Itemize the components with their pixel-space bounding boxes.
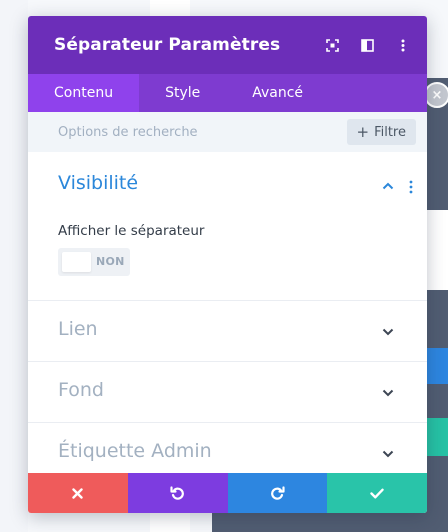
kebab-menu-icon[interactable] (396, 39, 409, 52)
redo-icon (270, 486, 285, 500)
section-link[interactable]: Lien (28, 301, 427, 362)
show-separator-label: Afficher le séparateur (58, 223, 205, 239)
filter-label: Filtre (374, 124, 406, 140)
chevron-up-icon[interactable] (382, 182, 394, 190)
modal-title: Séparateur Paramètres (54, 35, 281, 55)
settings-modal: Séparateur Paramètres Contenu Style Avan… (28, 16, 427, 513)
chevron-down-icon[interactable] (382, 389, 394, 397)
undo-button[interactable] (127, 473, 228, 513)
background-white-block (427, 210, 448, 290)
plus-icon: + (356, 122, 370, 141)
section-menu-icon[interactable] (408, 179, 414, 194)
columns-icon[interactable] (361, 38, 374, 52)
modal-footer (28, 473, 427, 513)
section-title-link: Lien (58, 318, 98, 340)
toggle-knob (62, 252, 91, 272)
undo-icon (170, 486, 185, 500)
expand-icon[interactable] (326, 38, 339, 52)
background-close-icon[interactable]: × (424, 82, 448, 108)
filter-button[interactable]: + Filtre (346, 119, 416, 145)
chevron-down-icon[interactable] (382, 450, 394, 458)
section-background[interactable]: Fond (28, 362, 427, 423)
checkmark-icon (370, 488, 384, 499)
background-blue-block (427, 348, 448, 384)
toggle-value: NON (96, 255, 125, 268)
section-visibility: Visibilité Afficher le séparateur NON (28, 152, 427, 301)
tab-content[interactable]: Contenu (28, 74, 140, 112)
section-title-background: Fond (58, 379, 104, 401)
section-title-visibility[interactable]: Visibilité (58, 172, 138, 194)
redo-button[interactable] (227, 473, 328, 513)
cancel-button[interactable] (28, 473, 128, 513)
tab-advanced[interactable]: Avancé (226, 74, 329, 112)
show-separator-toggle[interactable]: NON (58, 248, 130, 276)
search-bar[interactable]: Options de recherche + Filtre (28, 112, 427, 152)
save-button[interactable] (327, 473, 427, 513)
background-page-left (0, 0, 28, 532)
search-input[interactable]: Options de recherche (58, 125, 198, 140)
tab-style[interactable]: Style (139, 74, 226, 112)
section-title-admin-label: Étiquette Admin (58, 440, 212, 462)
background-teal-block (427, 418, 448, 456)
close-icon (72, 487, 84, 499)
tab-bar: Contenu Style Avancé (28, 74, 427, 112)
settings-content: Visibilité Afficher le séparateur NON Li… (28, 152, 427, 484)
chevron-down-icon[interactable] (382, 328, 394, 336)
modal-header[interactable]: Séparateur Paramètres (28, 16, 427, 74)
background-dark-panel (427, 78, 448, 532)
header-icons (326, 16, 409, 74)
